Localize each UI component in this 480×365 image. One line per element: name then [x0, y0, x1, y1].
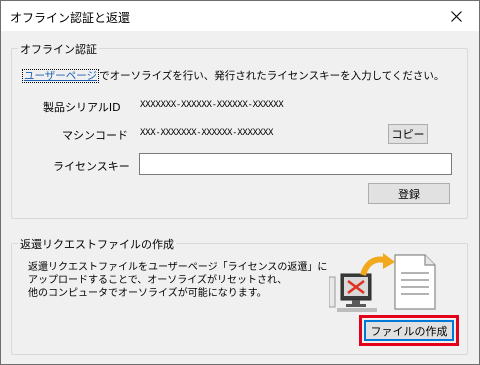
user-page-link[interactable]: ユーザーページ: [22, 69, 100, 83]
license-key-input[interactable]: [139, 153, 452, 175]
return-description-line: 返還リクエストファイルをユーザーページ「ライセンスの返還」に: [28, 262, 328, 273]
return-description: 返還リクエストファイルをユーザーページ「ライセンスの返還」に アップロードするこ…: [28, 261, 327, 300]
serial-id-value: XXXXXXX-XXXXXX-XXXXXX-XXXXXX: [140, 100, 284, 110]
close-icon: [450, 10, 462, 22]
dialog-window: オフライン認証と返還 オフライン認証 ユーザーページ でオーソライズを行い、発行さ…: [0, 0, 480, 365]
return-description-line: 他のコンピュータでオーソライズが可能になります。: [28, 288, 267, 299]
window-title: オフライン認証と返還: [10, 11, 131, 25]
serial-id-label: 製品シリアルID: [43, 101, 121, 114]
create-file-button[interactable]: ファイルの作成: [364, 320, 454, 341]
instruction-label: でオーソライズを行い、発行されたライセンスキーを入力してください。: [99, 70, 445, 82]
machine-code-value: XXX-XXXXXXX-XXXXXX-XXXXXXX: [140, 128, 274, 138]
license-key-label: ライセンスキー: [53, 160, 130, 173]
return-description-line: アップロードすることで、オーソライズがリセットされ、: [28, 275, 288, 286]
offline-auth-legend: オフライン認証: [18, 41, 99, 57]
register-button[interactable]: 登録: [368, 183, 450, 204]
titlebar: オフライン認証と返還: [1, 1, 479, 31]
close-button[interactable]: [433, 1, 479, 31]
return-request-legend: 返還リクエストファイルの作成: [18, 236, 176, 252]
copy-button[interactable]: コピー: [388, 124, 428, 144]
machine-code-label: マシンコード: [62, 129, 128, 142]
instruction-text: ユーザーページ でオーソライズを行い、発行されたライセンスキーを入力してください。: [22, 68, 444, 83]
computer-to-document-icon: [329, 253, 436, 312]
